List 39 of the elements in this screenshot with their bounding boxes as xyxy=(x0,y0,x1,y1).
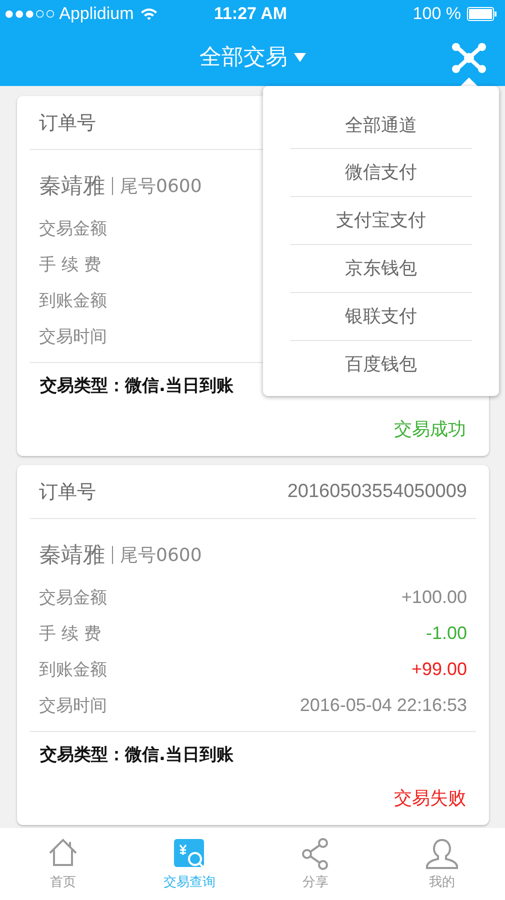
transaction-type: 交易类型：微信.当日到账 xyxy=(40,375,234,398)
carrier-label: ●●●○○ Applidium xyxy=(4,4,134,24)
card-tail-number: 尾号0600 xyxy=(120,544,202,567)
filter-button[interactable] xyxy=(452,43,486,73)
transaction-status: 交易失败 xyxy=(393,787,466,810)
field-label: 交易金额 xyxy=(39,586,107,608)
menu-item[interactable]: 支付宝支付 xyxy=(290,197,472,245)
field-label: 到账金额 xyxy=(39,290,107,312)
caret-icon xyxy=(294,52,306,62)
separator-bar xyxy=(112,546,113,564)
menu-item[interactable]: 百度钱包 xyxy=(290,341,472,388)
clock-time: 11:27 AM xyxy=(214,4,288,24)
field-label: 手 续 费 xyxy=(39,254,101,276)
battery-icon xyxy=(466,7,497,21)
customer-name: 秦靖雅 xyxy=(39,173,105,201)
transaction-status: 交易成功 xyxy=(393,418,466,441)
menu-item[interactable]: 全部通道 xyxy=(290,104,472,149)
menu-item[interactable]: 银联支付 xyxy=(290,293,472,341)
field-label: 手 续 费 xyxy=(39,622,101,644)
order-label: 订单号 xyxy=(39,110,96,136)
field-value: +100.00 xyxy=(401,586,467,608)
field-label: 到账金额 xyxy=(39,658,107,680)
field-label: 交易时间 xyxy=(39,326,107,348)
menu-item[interactable]: 微信支付 xyxy=(290,149,472,197)
field-value: +99.00 xyxy=(411,658,467,680)
user-icon xyxy=(424,837,459,871)
field-value: -1.00 xyxy=(426,622,467,644)
menu-item[interactable]: 京东钱包 xyxy=(290,245,472,293)
transaction-type: 交易类型：微信.当日到账 xyxy=(40,744,234,767)
field-value: 2016-05-04 22:16:53 xyxy=(300,694,467,716)
order-label: 订单号 xyxy=(39,480,96,504)
separator-bar xyxy=(112,177,113,195)
order-number: 20160503554050009 xyxy=(287,480,467,502)
card-tail-number: 尾号0600 xyxy=(120,175,202,198)
wifi-icon xyxy=(140,7,158,21)
customer-name: 秦靖雅 xyxy=(39,542,105,570)
field-label: 交易时间 xyxy=(39,694,107,716)
battery-percent: 100 % xyxy=(412,4,461,24)
field-label: 交易金额 xyxy=(39,218,107,240)
